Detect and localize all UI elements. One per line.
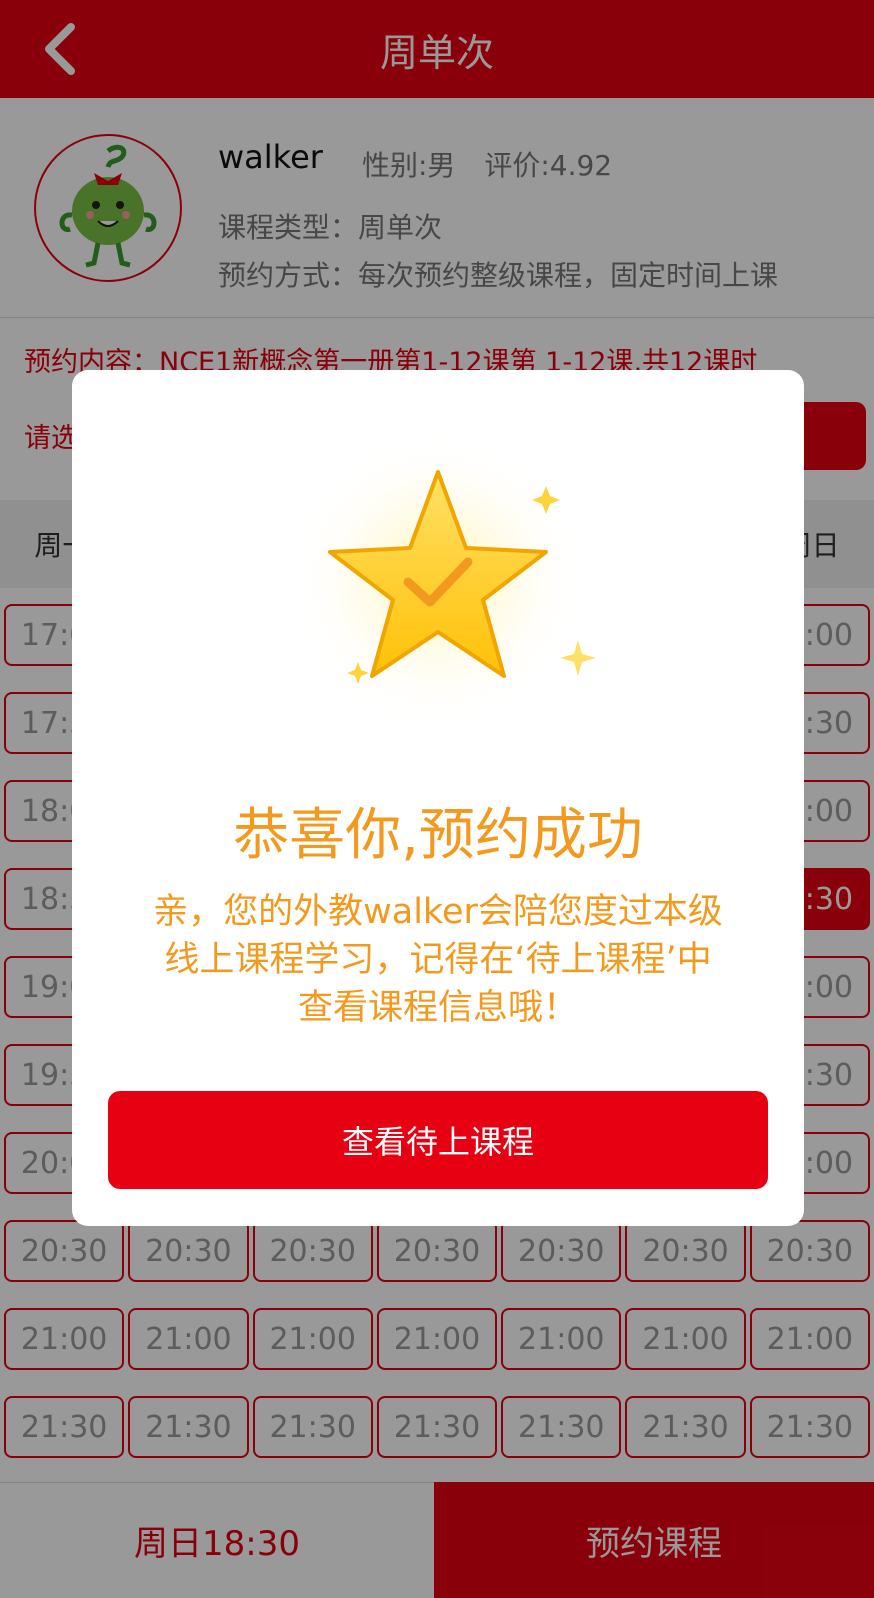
success-star-icon [278,430,598,730]
view-pending-courses-button[interactable]: 查看待上课程 [108,1091,768,1189]
success-dialog: 恭喜你,预约成功 亲，您的外教walker会陪您度过本级线上课程学习，记得在‘待… [72,370,804,1226]
success-message: 亲，您的外教walker会陪您度过本级线上课程学习，记得在‘待上课程’中查看课程… [153,892,723,1028]
success-title: 恭喜你,预约成功 [233,803,643,868]
